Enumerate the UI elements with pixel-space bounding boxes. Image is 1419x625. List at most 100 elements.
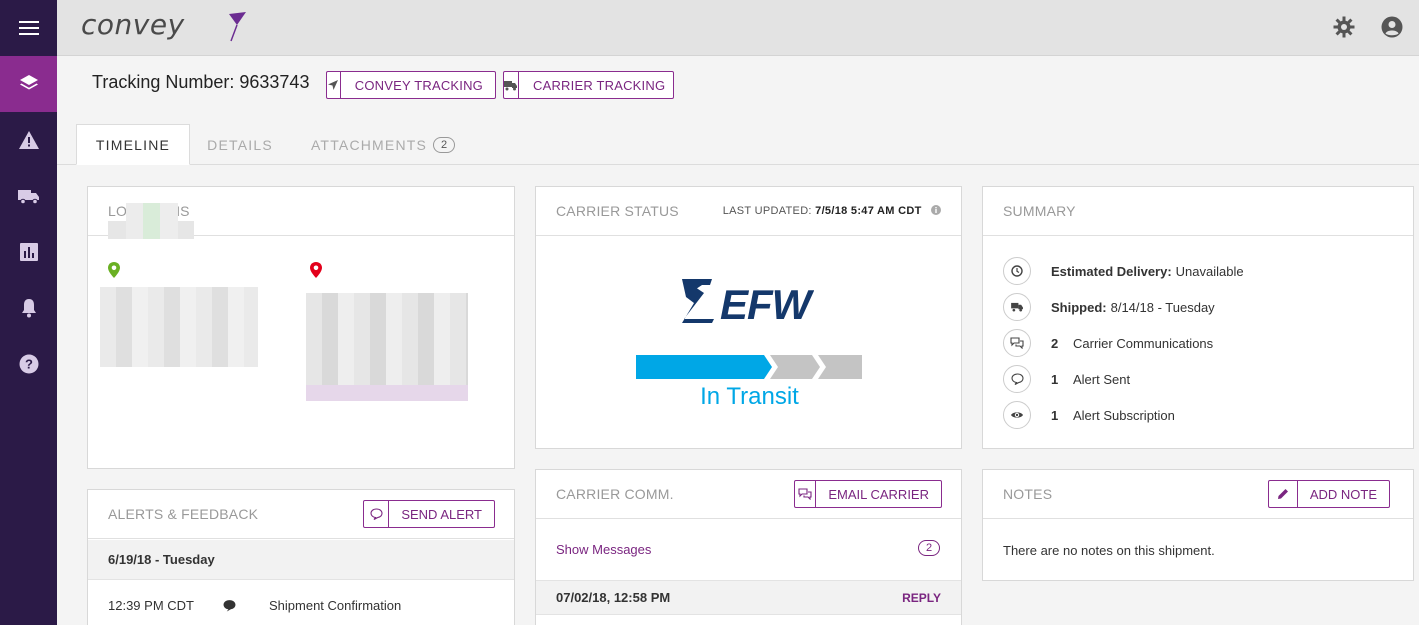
progress-chevrons	[636, 355, 868, 379]
messages-count-badge: 2	[918, 540, 940, 556]
notes-empty-text: There are no notes on this shipment.	[1003, 543, 1215, 558]
email-carrier-label: EMAIL CARRIER	[828, 486, 929, 502]
summary-title: SUMMARY	[983, 187, 1413, 236]
sidebar-item-help[interactable]: ?	[0, 336, 57, 392]
tab-timeline-label: TIMELINE	[95, 136, 171, 153]
carrier-status-title: CARRIER STATUS	[556, 203, 679, 219]
progress-step-1	[636, 355, 772, 379]
redacted-origin-address	[100, 287, 258, 367]
sidebar-item-alerts[interactable]	[0, 112, 57, 168]
alert-subscription-count: 1	[1051, 407, 1059, 423]
gear-icon[interactable]	[1333, 16, 1355, 38]
destination-pin-icon	[310, 262, 322, 278]
comment-icon	[370, 508, 383, 520]
alert-sent-count: 1	[1051, 371, 1059, 387]
menu-button[interactable]	[0, 0, 57, 56]
tab-attachments[interactable]: ATTACHMENTS 2	[298, 124, 468, 165]
notes-card: NOTES ADD NOTE There are no notes on thi…	[982, 469, 1414, 581]
send-alert-label: SEND ALERT	[401, 506, 482, 522]
convey-tracking-button[interactable]: CONVEY TRACKING	[326, 71, 496, 99]
shipped-label: Shipped:	[1051, 299, 1107, 315]
menu-icon	[18, 21, 39, 35]
chat-bubbles-icon	[1010, 337, 1024, 349]
svg-text:?: ?	[25, 357, 33, 372]
sidebar-item-reports[interactable]	[0, 224, 57, 280]
alert-sent-label: Alert Sent	[1073, 371, 1131, 387]
alert-entry-row: 12:39 PM CDT Shipment Confirmation	[108, 593, 508, 617]
shipped-value: 8/14/18 - Tuesday	[1110, 299, 1215, 315]
truck-icon	[1010, 302, 1023, 312]
user-account-icon[interactable]	[1381, 16, 1403, 38]
reply-link[interactable]: REPLY	[902, 591, 941, 605]
alerts-feedback-card: ALERTS & FEEDBACK SEND ALERT 6/19/18 - T…	[87, 489, 515, 625]
sidebar-item-shipments[interactable]	[0, 56, 57, 112]
attachments-count-badge: 2	[433, 136, 456, 153]
carrier-tracking-button[interactable]: CARRIER TRACKING	[503, 71, 674, 99]
summary-card: SUMMARY Estimated Delivery: Unavailable …	[982, 186, 1414, 449]
locations-card: LOCATIONS	[87, 186, 515, 469]
layers-icon	[19, 75, 38, 90]
message-header-row: 07/02/18, 12:58 PM REPLY	[536, 580, 961, 615]
summary-shipped: Shipped: 8/14/18 - Tuesday	[1003, 292, 1215, 322]
origin-pin-icon	[108, 262, 120, 278]
email-carrier-button[interactable]: EMAIL CARRIER	[794, 480, 942, 508]
show-messages-link[interactable]: Show Messages	[556, 542, 651, 557]
chart-icon	[19, 243, 38, 261]
truck-icon	[504, 80, 517, 90]
convey-tracking-label: CONVEY TRACKING	[354, 77, 483, 93]
summary-alert-sent[interactable]: 1 Alert Sent	[1003, 364, 1130, 394]
location-arrow-icon	[328, 80, 339, 90]
alert-entry-text: Shipment Confirmation	[269, 597, 402, 613]
tab-timeline[interactable]: TIMELINE	[76, 124, 190, 165]
sidebar-item-carriers[interactable]	[0, 168, 57, 224]
convey-logo[interactable]: convey	[81, 8, 185, 41]
send-alert-button[interactable]: SEND ALERT	[363, 500, 495, 528]
comment-filled-icon	[223, 599, 236, 611]
bell-icon	[21, 299, 36, 318]
add-note-label: ADD NOTE	[1309, 486, 1377, 502]
last-updated-value: 7/5/18 5:47 AM CDT	[815, 205, 922, 217]
carrier-communications-count: 2	[1051, 335, 1059, 351]
efw-logo-text: EFW	[720, 281, 814, 323]
logo-mark-icon	[229, 12, 246, 42]
last-updated-label: LAST UPDATED:	[722, 205, 812, 217]
pencil-icon	[1277, 489, 1288, 499]
summary-estimated-delivery: Estimated Delivery: Unavailable	[1003, 256, 1244, 286]
sidebar: ?	[0, 0, 57, 625]
alert-entry-time: 12:39 PM CDT	[108, 597, 194, 613]
message-time: 07/02/18, 12:58 PM	[556, 590, 671, 605]
eye-icon	[1011, 412, 1023, 418]
warning-icon	[18, 131, 39, 149]
add-note-button[interactable]: ADD NOTE	[1268, 480, 1390, 508]
efw-carrier-logo: EFW	[682, 279, 814, 323]
comment-icon	[1010, 373, 1024, 385]
carrier-communications-label: Carrier Communications	[1073, 335, 1214, 351]
alerts-date: 6/19/18 - Tuesday	[108, 552, 215, 567]
timeline-content: LOCATIONS CARRIER STATUS LAST UPDATED: 7…	[57, 165, 1419, 625]
carrier-tracking-label: CARRIER TRACKING	[533, 77, 666, 93]
sidebar-item-notifications[interactable]	[0, 280, 57, 336]
estimated-delivery-label: Estimated Delivery:	[1051, 263, 1172, 279]
help-icon: ?	[19, 354, 38, 374]
clock-icon	[1011, 265, 1023, 277]
redacted-destination-address	[306, 293, 468, 401]
chat-bubbles-icon	[798, 488, 812, 500]
shipment-status-text: In Transit	[700, 383, 799, 410]
shipment-progress-bar	[636, 355, 868, 379]
redacted-origin-name	[108, 203, 194, 239]
tab-details-label: DETAILS	[207, 136, 273, 153]
carrier-status-card: CARRIER STATUS LAST UPDATED: 7/5/18 5:47…	[535, 186, 962, 449]
progress-step-2	[770, 355, 820, 379]
tab-details[interactable]: DETAILS	[190, 124, 290, 165]
top-bar: convey	[57, 0, 1419, 56]
summary-alert-subscription[interactable]: 1 Alert Subscription	[1003, 400, 1175, 430]
info-icon[interactable]	[931, 205, 941, 215]
estimated-delivery-value: Unavailable	[1175, 263, 1244, 279]
truck-icon	[17, 190, 39, 205]
alert-subscription-label: Alert Subscription	[1073, 407, 1175, 423]
progress-step-3	[818, 355, 868, 379]
tab-attachments-label: ATTACHMENTS	[310, 136, 428, 153]
alerts-date-row: 6/19/18 - Tuesday	[88, 540, 514, 580]
carrier-status-header: CARRIER STATUS LAST UPDATED: 7/5/18 5:47…	[536, 187, 961, 236]
summary-carrier-communications[interactable]: 2 Carrier Communications	[1003, 328, 1213, 358]
